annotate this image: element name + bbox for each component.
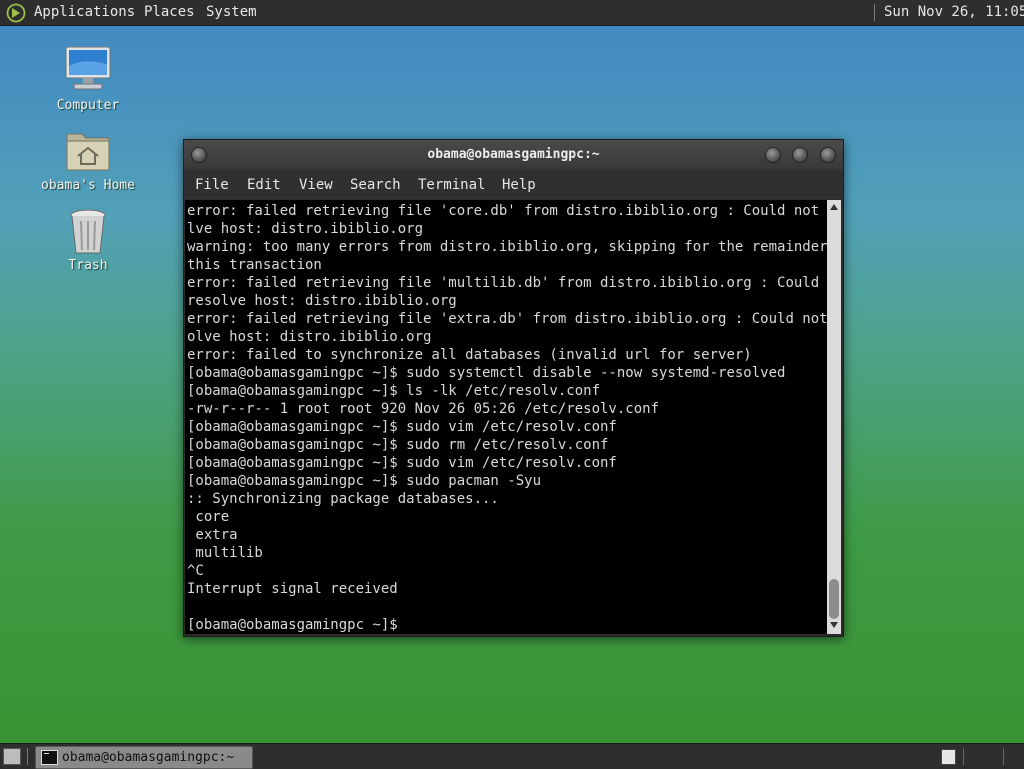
terminal-line: error: failed retrieving file 'multilib.… — [187, 275, 827, 291]
terminal-line: olve host: distro.ibiblio.org — [187, 329, 432, 345]
terminal-window: obama@obamasgamingpc:~ File Edit View Se… — [183, 139, 844, 637]
minimize-button[interactable] — [765, 147, 781, 163]
terminal-line: [obama@obamasgamingpc ~]$ sudo vim /etc/… — [187, 455, 617, 471]
terminal-line: this transaction — [187, 257, 322, 273]
top-panel: Applications Places System Sun Nov 26, 1… — [0, 0, 1024, 26]
terminal-line: error: failed retrieving file 'core.db' … — [187, 203, 827, 219]
text-cursor — [406, 616, 415, 631]
terminal-line: ^C — [187, 563, 204, 579]
window-menu-button[interactable] — [191, 147, 207, 163]
menu-search[interactable]: Search — [350, 177, 401, 193]
terminal-line: resolve host: distro.ibiblio.org — [187, 293, 457, 309]
menubar: File Edit View Search Terminal Help — [184, 170, 843, 199]
trash-icon — [70, 209, 106, 254]
scroll-down-arrow-icon[interactable] — [830, 622, 838, 628]
show-desktop-button[interactable] — [3, 748, 21, 765]
places-menu[interactable]: Places — [144, 4, 195, 20]
menu-view[interactable]: View — [299, 177, 333, 193]
terminal-line: error: failed retrieving file 'extra.db'… — [187, 311, 827, 327]
panel-separator — [27, 748, 28, 765]
terminal-line: [obama@obamasgamingpc ~]$ sudo vim /etc/… — [187, 419, 617, 435]
terminal-line: warning: too many errors from distro.ibi… — [187, 239, 827, 255]
panel-separator — [963, 748, 964, 765]
taskbar-button-terminal[interactable]: obama@obamasgamingpc:~ — [35, 746, 253, 769]
terminal-line: extra — [187, 527, 238, 543]
taskbar-button-label: obama@obamasgamingpc:~ — [62, 750, 235, 765]
desktop-icon-label: Computer — [56, 98, 120, 113]
terminal-output[interactable]: error: failed retrieving file 'core.db' … — [185, 200, 827, 634]
menu-terminal[interactable]: Terminal — [418, 177, 485, 193]
desktop-icon-label: obama's Home — [41, 178, 135, 193]
panel-separator — [874, 4, 875, 21]
clock[interactable]: Sun Nov 26, 11:05 — [884, 4, 1024, 20]
terminal-line: [obama@obamasgamingpc ~]$ — [187, 616, 415, 634]
window-titlebar[interactable]: obama@obamasgamingpc:~ — [184, 140, 843, 170]
mate-logo-icon[interactable] — [6, 3, 26, 23]
terminal-line: [obama@obamasgamingpc ~]$ sudo rm /etc/r… — [187, 437, 609, 453]
close-button[interactable] — [820, 147, 836, 163]
terminal-line: error: failed to synchronize all databas… — [187, 347, 752, 363]
menu-file[interactable]: File — [195, 177, 229, 193]
window-title: obama@obamasgamingpc:~ — [427, 147, 600, 162]
terminal-line: lve host: distro.ibiblio.org — [187, 221, 424, 237]
terminal-icon — [41, 750, 58, 765]
workspace-switcher[interactable] — [941, 749, 956, 765]
terminal-line: Interrupt signal received — [187, 581, 398, 597]
terminal-line: multilib — [187, 545, 263, 561]
system-menu[interactable]: System — [206, 4, 257, 20]
menu-help[interactable]: Help — [502, 177, 536, 193]
terminal-line: core — [187, 509, 230, 525]
scrollbar[interactable] — [827, 200, 841, 634]
scroll-thumb[interactable] — [829, 579, 839, 619]
scroll-up-arrow-icon[interactable] — [830, 204, 838, 210]
computer-icon — [65, 46, 111, 90]
applications-menu[interactable]: Applications — [34, 4, 135, 20]
desktop-icon-label: Trash — [68, 258, 108, 273]
terminal-line: [obama@obamasgamingpc ~]$ sudo pacman -S… — [187, 473, 542, 489]
bottom-panel: obama@obamasgamingpc:~ — [0, 743, 1024, 769]
maximize-button[interactable] — [792, 147, 808, 163]
terminal-line: :: Synchronizing package databases... — [187, 491, 499, 507]
menu-edit[interactable]: Edit — [247, 177, 281, 193]
panel-separator — [1003, 748, 1004, 765]
terminal-line: [obama@obamasgamingpc ~]$ sudo systemctl… — [187, 365, 786, 381]
terminal-line: -rw-r--r-- 1 root root 920 Nov 26 05:26 … — [187, 401, 660, 417]
terminal-line: [obama@obamasgamingpc ~]$ ls -lk /etc/re… — [187, 383, 601, 399]
home-folder-icon — [66, 133, 110, 171]
